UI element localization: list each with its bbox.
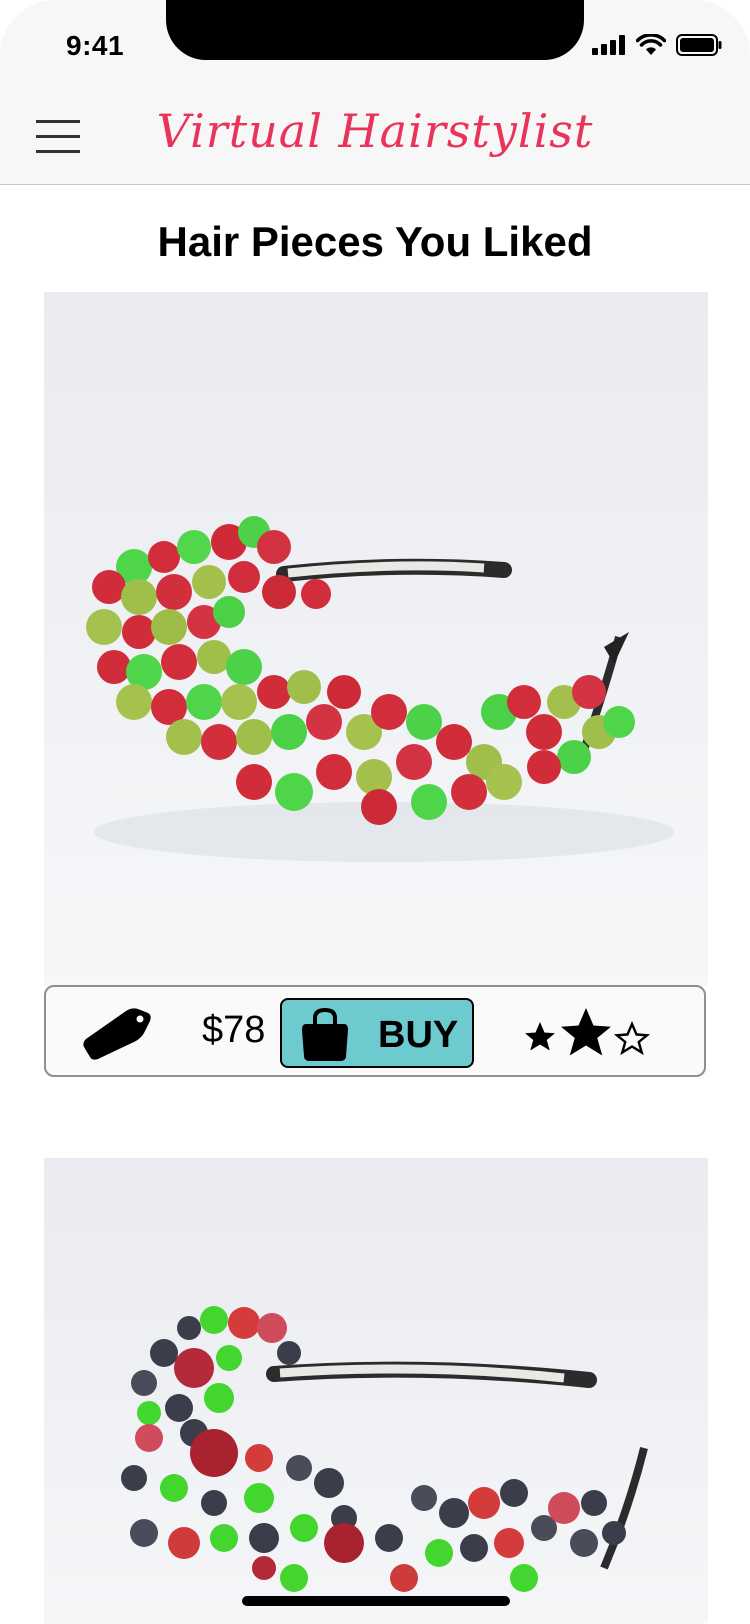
battery-icon bbox=[676, 34, 722, 56]
app-brand-title: Virtual Hairstylist bbox=[156, 104, 594, 158]
star-filled-icon bbox=[525, 1022, 555, 1051]
price-tag-icon bbox=[83, 1008, 151, 1060]
home-indicator[interactable] bbox=[242, 1596, 510, 1606]
wifi-icon bbox=[636, 34, 666, 55]
buy-button[interactable]: BUY bbox=[280, 998, 474, 1068]
item-image-berry-headband[interactable] bbox=[44, 292, 708, 986]
device-notch bbox=[166, 0, 584, 60]
app-header: Virtual Hairstylist bbox=[0, 92, 750, 185]
rating-stars[interactable] bbox=[522, 1003, 652, 1063]
item-price: $78 bbox=[202, 1009, 266, 1051]
shopping-bag-icon bbox=[302, 1007, 348, 1061]
page-title: Hair Pieces You Liked bbox=[157, 218, 593, 265]
headband-photo-illustration bbox=[44, 292, 708, 986]
item-image-dark-berry-headband[interactable] bbox=[44, 1158, 708, 1624]
status-time: 9:41 bbox=[66, 30, 125, 61]
item-action-bar: $78 BUY bbox=[44, 985, 706, 1077]
headband-photo-illustration-2 bbox=[44, 1158, 708, 1624]
star-filled-icon bbox=[561, 1008, 611, 1056]
status-icons bbox=[592, 34, 722, 56]
star-outline-icon bbox=[614, 1021, 650, 1056]
phone-screen: 9:41 Virtual Hairstylist Hair Pieces You… bbox=[0, 0, 750, 1624]
cellular-signal-icon bbox=[592, 35, 625, 55]
buy-button-label: BUY bbox=[378, 1014, 459, 1056]
